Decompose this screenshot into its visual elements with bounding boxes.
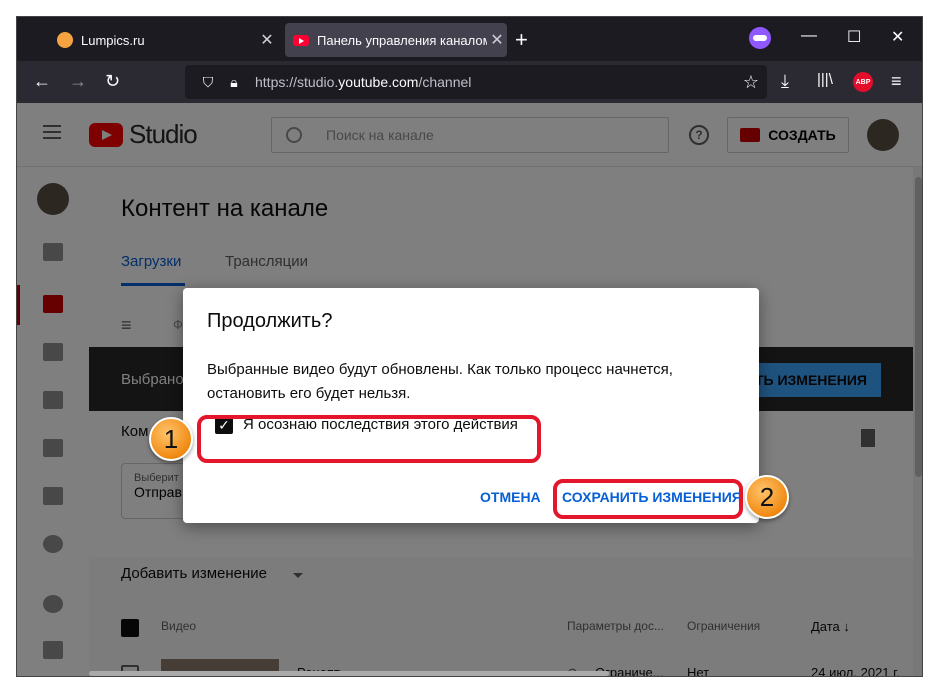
close-icon[interactable]: ✕ (487, 30, 507, 50)
tab-youtube-studio[interactable]: Панель управления каналом ✕ (285, 23, 507, 57)
tab-bar: Lumpics.ru ✕ Панель управления каналом ✕… (17, 17, 922, 61)
lock-icon[interactable]: 🔒︎ (221, 74, 247, 91)
save-highlight (553, 479, 743, 519)
page-viewport: Studio Поиск на канале ? СОЗДАТЬ (17, 103, 922, 676)
shield-icon[interactable]: ⛉ (195, 74, 221, 91)
minimize-icon[interactable]: — (801, 27, 817, 45)
dialog-body: Выбранные видео будут обновлены. Как тол… (207, 361, 673, 402)
adblock-icon[interactable]: ABP (853, 72, 873, 92)
close-icon[interactable]: ✕ (257, 30, 277, 50)
maximize-icon[interactable]: ☐ (847, 27, 861, 47)
nav-bar: ← → ↻ ⛉ 🔒︎ https://studio.youtube.com/ch… (17, 61, 922, 103)
url-text: https://studio.youtube.com/channel (255, 74, 471, 90)
tab-title: Lumpics.ru (81, 32, 145, 48)
step-badge-1: 1 (149, 417, 193, 461)
back-arrow-icon[interactable]: ← (33, 71, 51, 92)
horizontal-scrollbar[interactable] (89, 671, 609, 676)
dialog-title: Продолжить? (207, 310, 333, 332)
download-icon[interactable]: ⤓ (781, 71, 789, 92)
tab-title: Панель управления каналом (317, 32, 487, 48)
tab-lumpics[interactable]: Lumpics.ru ✕ (57, 23, 277, 57)
menu-icon[interactable]: ≡ (891, 71, 902, 92)
browser-window: Lumpics.ru ✕ Панель управления каналом ✕… (16, 16, 923, 677)
url-path: /channel (418, 74, 472, 90)
lumpics-favicon-icon (57, 32, 73, 48)
window-close-icon[interactable]: ✕ (891, 27, 904, 47)
bookmark-star-icon[interactable]: ☆ (743, 72, 759, 93)
cancel-button[interactable]: ОТМЕНА (480, 489, 541, 505)
library-icon[interactable]: |||\ (817, 71, 833, 88)
address-bar[interactable]: ⛉ 🔒︎ https://studio.youtube.com/channel … (185, 65, 767, 99)
url-prefix: https://studio. (255, 74, 339, 90)
forward-arrow-icon[interactable]: → (69, 71, 87, 92)
checkbox-highlight (197, 415, 541, 463)
youtube-favicon-icon (293, 34, 309, 46)
private-mask-icon (749, 27, 771, 49)
new-tab-button[interactable]: + (515, 27, 528, 53)
reload-icon[interactable]: ↻ (105, 71, 120, 92)
url-domain: youtube.com (338, 74, 419, 90)
step-badge-2: 2 (745, 475, 789, 519)
